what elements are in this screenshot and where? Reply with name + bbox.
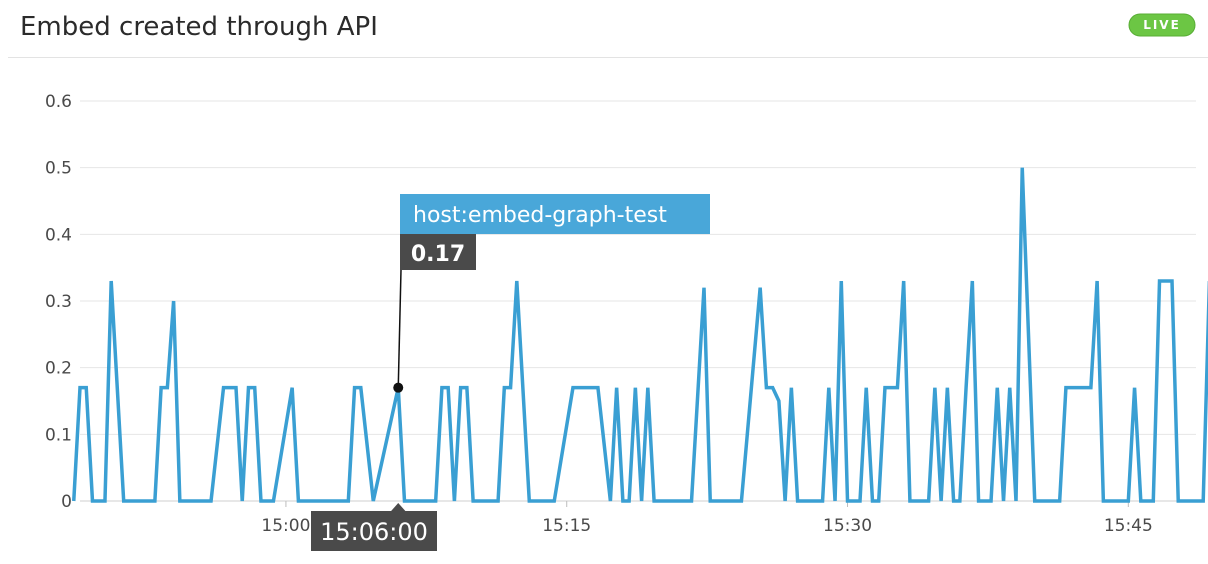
y-tick-label: 0.4 (45, 225, 72, 245)
tooltip-time: 15:06:00 (320, 518, 428, 546)
y-tick-label: 0.3 (45, 292, 72, 312)
x-tick-label: 15:30 (823, 516, 872, 536)
y-tick-label: 0.6 (45, 92, 72, 112)
tooltip-value: 0.17 (411, 242, 465, 267)
line-chart[interactable]: 0 0.1 0.2 0.3 0.4 0.5 0.6 15:00 15:15 15:30 15:45 h… (0, 0, 1208, 564)
tooltip-series-name: host:embed-graph-test (413, 203, 667, 228)
x-tick-label: 15:00 (261, 516, 310, 536)
x-tick-label: 15:45 (1104, 516, 1153, 536)
tooltip-marker (393, 382, 404, 393)
y-tick-label: 0.1 (45, 425, 72, 445)
y-tick-label: 0.2 (45, 359, 72, 379)
y-tick-label: 0.5 (45, 159, 72, 179)
tooltip-time-pointer (390, 503, 407, 512)
tooltip-connector (397, 269, 402, 388)
y-tick-label: 0 (61, 492, 72, 512)
x-tick-label: 15:15 (542, 516, 591, 536)
